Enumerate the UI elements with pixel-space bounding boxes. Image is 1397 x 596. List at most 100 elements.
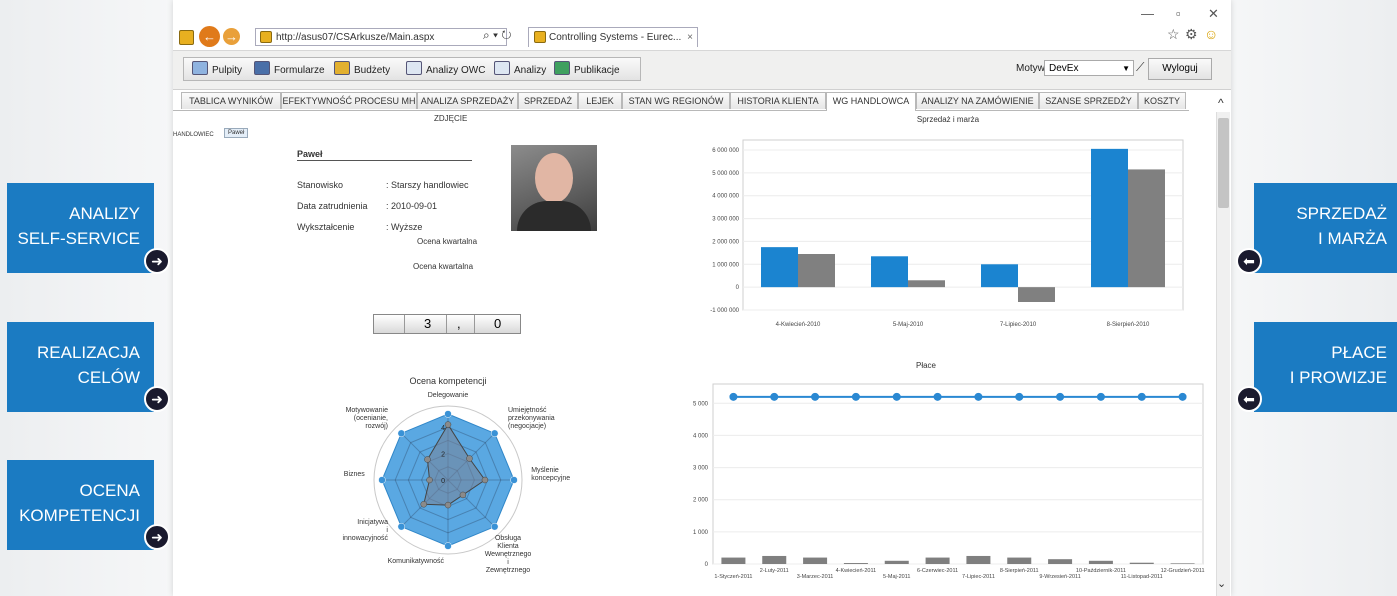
radar-axis-label: Motywowanie <box>346 407 389 414</box>
radar-inner-point <box>424 456 431 463</box>
publication-icon <box>554 61 570 75</box>
radar-axis-label: (ocenianie, <box>354 415 388 422</box>
minimize-icon[interactable]: — <box>1141 6 1154 21</box>
x-tick-label: 3-Marzec-2011 <box>797 574 834 580</box>
tab-stan-wg-regionow[interactable]: STAN WG REGIONÓW <box>622 92 730 109</box>
app-toolbar: Pulpity Formularze Budżety Analizy OWC A… <box>173 50 1231 90</box>
vertical-scrollbar[interactable] <box>1216 112 1230 596</box>
rating-label-1: Ocena kwartalna <box>417 237 478 246</box>
favorites-star-icon[interactable]: ☆ <box>1167 26 1180 43</box>
tab-koszty[interactable]: KOSZTY <box>1138 92 1186 109</box>
radar-axis-label: Wewnętrznego <box>485 551 532 558</box>
tab-close-icon[interactable]: × <box>687 28 693 48</box>
counter-divider-1 <box>404 315 405 333</box>
radar-axis-label: Obsługa <box>495 535 521 542</box>
close-icon[interactable]: ✕ <box>1208 6 1219 22</box>
y-tick-label: 3 000 000 <box>712 217 739 223</box>
bar <box>908 280 945 288</box>
x-tick-label: 6-Czerwiec-2011 <box>917 568 958 574</box>
address-bar[interactable]: http://asus07/CSArkusze/Main.aspx <box>255 28 507 46</box>
app-favicon-icon <box>179 30 194 45</box>
browser-window: — ▫ ✕ ☆ ⚙ ☺ ← → http://asus07/CSArkusze/… <box>173 0 1231 596</box>
sales-margin-chart: Sprzedaż i marża -1 000 000 0 1 000 000 2 00… <box>710 115 1184 328</box>
x-tick-label: 8-Sierpień-2011 <box>1000 568 1039 574</box>
rating-label-2: Ocena kwartalna <box>413 262 474 271</box>
y-tick-label: 5 000 000 <box>712 171 739 177</box>
tab-wg-handlowca[interactable]: WG HANDLOWCA <box>826 92 916 111</box>
bar <box>721 557 746 564</box>
back-button-icon[interactable]: ← <box>199 26 220 47</box>
bar <box>761 247 798 288</box>
counter-divider-2 <box>446 315 447 333</box>
menu-formularze[interactable]: Formularze <box>254 61 325 79</box>
main-menu: Pulpity Formularze Budżety Analizy OWC A… <box>183 57 641 81</box>
menu-pulpity[interactable]: Pulpity <box>192 61 242 79</box>
y-tick-label: 6 000 000 <box>712 148 739 154</box>
radar-outer-point <box>378 476 386 484</box>
radar-axis-label: Zewnętrznego <box>486 567 530 574</box>
logout-icon: ⟋ <box>1136 60 1145 74</box>
search-refresh-icon[interactable]: ⌕ ▾ ↻ <box>483 28 512 43</box>
y-tick-label: -1 000 000 <box>710 308 739 314</box>
tab-szanse-sprzedazy[interactable]: SZANSE SPRZEDŻY <box>1039 92 1138 109</box>
analysis-icon <box>494 61 510 75</box>
callout-line: REALIZACJA <box>37 343 140 362</box>
bar <box>1128 169 1165 288</box>
x-tick-label: 7-Lipiec-2010 <box>1000 322 1037 328</box>
counter-divider-3 <box>474 315 475 333</box>
tab-analiza-sprzedazy[interactable]: ANALIZA SPRZEDAŻY <box>417 92 518 109</box>
callout-line: I PROWIZJE <box>1289 368 1387 387</box>
tab-historia-klienta[interactable]: HISTORIA KLIENTA <box>730 92 826 109</box>
callout-line: ANALIZY <box>69 204 140 223</box>
x-tick-label: 4-Kwiecień-2011 <box>836 568 877 574</box>
tab-sprzedaz[interactable]: SPRZEDAŻ <box>518 92 578 109</box>
menu-budzety[interactable]: Budżety <box>334 61 390 79</box>
bar <box>981 264 1018 288</box>
settings-gear-icon[interactable]: ⚙ <box>1185 26 1198 43</box>
scroll-down-icon[interactable]: ⌄ <box>1217 577 1226 590</box>
forward-button-icon[interactable]: → <box>223 28 240 45</box>
radar-axis-label: (negocjacje) <box>508 423 546 430</box>
x-tick-label: 1-Styczeń-2011 <box>714 574 752 580</box>
menu-analizy[interactable]: Analizy <box>494 61 546 79</box>
radar-chart: Ocena kompetencji 0 2 4 Delegowanie Umiejętno… <box>342 376 570 574</box>
browser-tab[interactable]: Controlling Systems - Eurec... × <box>528 27 698 47</box>
callout-line: SELF-SERVICE <box>17 229 140 248</box>
arrow-right-icon: ➜ <box>144 524 170 550</box>
callout-line: SPRZEDAŻ <box>1296 204 1387 223</box>
tab-tablica-wynikow[interactable]: TABLICA WYNIKÓW <box>181 92 281 109</box>
radar-tick-label: 2 <box>441 452 445 459</box>
tab-analizy-na-zamowienie[interactable]: ANALIZY NA ZAMÓWIENIE <box>916 92 1039 109</box>
y-tick-label: 4 000 <box>693 433 709 439</box>
callout-analizy-self-service: ANALIZY SELF-SERVICE <box>7 183 154 273</box>
y-tick-label: 4 000 000 <box>712 194 739 200</box>
bar <box>884 560 909 564</box>
employee-photo <box>511 145 597 231</box>
x-tick-label: 12-Grudzień-2011 <box>1161 568 1205 574</box>
photo-torso <box>517 201 591 231</box>
radar-axis-label: innowacyjność <box>342 535 388 542</box>
radar-title: Ocena kompetencji <box>409 376 486 386</box>
scrollbar-thumb[interactable] <box>1218 118 1229 208</box>
radar-inner-point <box>466 455 473 462</box>
line-point <box>1056 392 1065 401</box>
radar-inner-point <box>481 476 489 484</box>
motywy-select[interactable]: DevEx ▼ <box>1044 60 1134 76</box>
bar <box>1018 287 1055 302</box>
logout-button[interactable]: Wyloguj <box>1148 58 1212 80</box>
filter-value-chip[interactable]: Paweł <box>224 128 249 138</box>
scroll-up-icon[interactable]: ^ <box>1218 96 1224 110</box>
callout-ocena-kompetencji: OCENA KOMPETENCJI <box>7 460 154 550</box>
y-tick-label: 5 000 <box>693 401 709 407</box>
dashboard-icon <box>192 61 208 75</box>
menu-publikacje[interactable]: Publikacje <box>554 61 620 79</box>
tab-efektywnosc-procesu[interactable]: EFEKTYWNOŚĆ PROCESU MH <box>281 92 417 109</box>
menu-analizy-owc[interactable]: Analizy OWC <box>406 61 485 79</box>
arrow-right-icon: ➜ <box>144 248 170 274</box>
smiley-icon[interactable]: ☺ <box>1204 26 1218 42</box>
motywy-value: DevEx <box>1049 63 1079 74</box>
restore-icon[interactable]: ▫ <box>1176 6 1181 21</box>
y-tick-label: 3 000 <box>693 466 709 472</box>
form-icon <box>254 61 270 75</box>
tab-lejek[interactable]: LEJEK <box>578 92 622 109</box>
